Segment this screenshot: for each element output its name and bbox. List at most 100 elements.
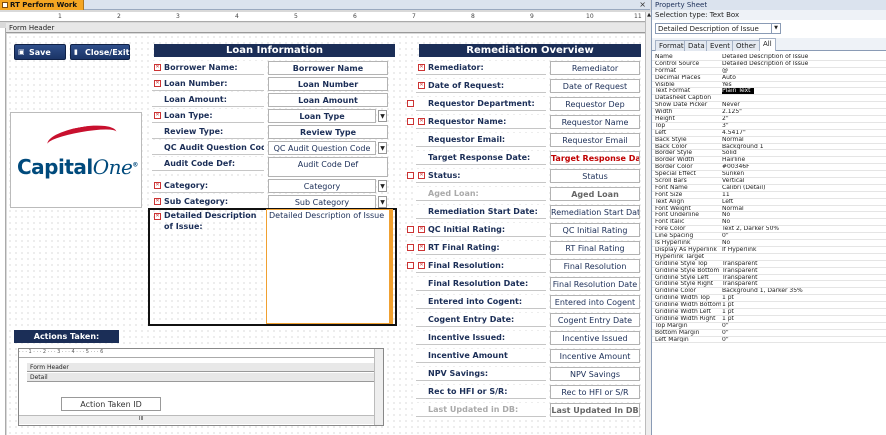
property-value[interactable]: Background 1 xyxy=(722,144,882,150)
checkbox-marker[interactable] xyxy=(407,244,414,251)
remediation-field[interactable]: Requestor Email xyxy=(550,133,640,147)
loan-field[interactable]: Loan Number xyxy=(268,77,388,91)
remediation-field[interactable]: RT Final Rating xyxy=(550,241,640,255)
checkbox-marker[interactable] xyxy=(407,100,414,107)
property-value[interactable]: Transparent xyxy=(722,275,882,281)
remediation-field[interactable]: Remediator xyxy=(550,61,640,75)
property-row[interactable]: Font Italic No xyxy=(652,219,886,227)
property-value[interactable]: Calibri (Detail) xyxy=(722,185,882,191)
property-value[interactable]: 4.5417" xyxy=(722,130,882,136)
property-row[interactable]: Left Margin 0" xyxy=(652,337,886,344)
remediation-field[interactable]: Final Resolution xyxy=(550,259,640,273)
remediation-field[interactable]: Cogent Entry Date xyxy=(550,313,640,327)
loan-field[interactable]: Loan Type xyxy=(268,109,376,123)
property-row[interactable]: Back Color Background 1 xyxy=(652,144,886,151)
property-value[interactable]: Plain Text xyxy=(722,88,754,95)
tab-event[interactable]: Event xyxy=(706,40,735,51)
property-row[interactable]: Name Detailed Description of Issue xyxy=(652,54,886,61)
document-tab[interactable]: RT Perform Work xyxy=(0,0,85,10)
property-row[interactable]: Font Underline No xyxy=(652,212,886,220)
property-value[interactable]: Normal xyxy=(722,206,882,212)
subform-detail-bar[interactable]: Detail xyxy=(27,373,375,382)
description-text-box[interactable]: Detailed Description of Issue xyxy=(266,209,390,324)
property-row[interactable]: Height 2" xyxy=(652,116,886,123)
property-value[interactable]: If Hyperlink xyxy=(722,247,882,253)
description-scrollbar[interactable] xyxy=(390,209,393,324)
property-value[interactable]: 0" xyxy=(722,233,882,239)
remediation-field[interactable]: Target Response Date xyxy=(550,151,640,165)
property-value[interactable]: Transparent xyxy=(722,261,882,267)
property-row[interactable]: Is Hyperlink No xyxy=(652,240,886,247)
checkbox-marker[interactable] xyxy=(407,262,414,269)
property-row[interactable]: Format @ xyxy=(652,68,886,75)
chevron-down-icon[interactable]: ▼ xyxy=(378,196,387,208)
remediation-field[interactable]: Entered into Cogent xyxy=(550,295,640,309)
property-value[interactable]: No xyxy=(722,219,882,225)
property-row[interactable]: Gridline Width Top 1 pt xyxy=(652,295,886,303)
property-row[interactable]: Border Color #00346F xyxy=(652,164,886,172)
remediation-field[interactable]: Date of Request xyxy=(550,79,640,93)
loan-field[interactable]: Loan Amount xyxy=(268,93,388,107)
property-row[interactable]: Bottom Margin 0" xyxy=(652,330,886,337)
save-button[interactable]: ▣ Save xyxy=(14,44,66,60)
remediation-field[interactable]: Aged Loan xyxy=(550,187,640,201)
loan-field[interactable]: Review Type xyxy=(268,125,388,139)
loan-field[interactable]: QC Audit Question Code xyxy=(268,141,376,155)
subform-horizontal-scrollbar[interactable]: III xyxy=(19,415,375,424)
remediation-field[interactable]: Last Updated In DB xyxy=(550,403,640,417)
property-value[interactable]: Yes xyxy=(722,82,882,88)
vertical-ruler[interactable] xyxy=(0,28,6,435)
property-value[interactable]: 1 pt xyxy=(722,316,882,322)
tab-all[interactable]: All xyxy=(759,38,776,51)
property-row[interactable]: Gridline Width Left 1 pt xyxy=(652,309,886,316)
property-row[interactable]: Width 2.125" xyxy=(652,109,886,117)
actions-taken-subform[interactable]: · · · 1 · · · 2 · · · 3 · · · 4 · · · 5 … xyxy=(18,348,384,426)
close-document-icon[interactable]: × xyxy=(639,0,646,10)
form-header-section-bar[interactable]: Form Header xyxy=(6,23,645,33)
property-value[interactable]: 1 pt xyxy=(722,309,882,315)
close-exit-button[interactable]: ▮ Close/Exit xyxy=(70,44,130,60)
property-row[interactable]: Fore Color Text 2, Darker 50% xyxy=(652,226,886,234)
property-row[interactable]: Gridline Width Bottom 1 pt xyxy=(652,302,886,309)
property-value[interactable]: Transparent xyxy=(722,268,882,274)
property-value[interactable]: Vertical xyxy=(722,178,882,184)
property-row[interactable]: Border Style Solid xyxy=(652,150,886,158)
remediation-field[interactable]: Incentive Amount xyxy=(550,349,640,363)
property-row[interactable]: Gridline Color Background 1, Darker 35% xyxy=(652,288,886,296)
remediation-field[interactable]: Rec to HFI or S/R xyxy=(550,385,640,399)
property-value[interactable]: 2.125" xyxy=(722,109,882,115)
property-value[interactable]: Auto xyxy=(722,75,882,81)
property-value[interactable]: 3" xyxy=(722,123,882,129)
property-value[interactable]: 0" xyxy=(722,330,882,336)
property-value[interactable]: 0" xyxy=(722,337,882,343)
property-value[interactable]: Sunken xyxy=(722,171,882,177)
property-value[interactable]: #00346F xyxy=(722,164,882,170)
property-value[interactable]: Hairline xyxy=(722,157,882,163)
remediation-field[interactable]: Remediation Start Date xyxy=(550,205,640,219)
tab-format[interactable]: Format xyxy=(655,40,688,51)
property-row[interactable]: Hyperlink Target xyxy=(652,254,886,261)
chevron-down-icon[interactable]: ▼ xyxy=(771,24,780,33)
property-row[interactable]: Font Size 11 xyxy=(652,192,886,199)
property-value[interactable]: No xyxy=(722,212,882,218)
property-row[interactable]: Gridline Style Left Transparent xyxy=(652,275,886,282)
property-row[interactable]: Scroll Bars Vertical xyxy=(652,178,886,185)
chevron-down-icon[interactable]: ▼ xyxy=(378,110,387,122)
remediation-field[interactable]: QC Initial Rating xyxy=(550,223,640,237)
property-row[interactable]: Show Date Picker Never xyxy=(652,102,886,110)
property-row[interactable]: Gridline Style Bottom Transparent xyxy=(652,268,886,275)
property-row[interactable]: Back Style Normal xyxy=(652,137,886,144)
property-row[interactable]: Text Format Plain Text xyxy=(652,88,886,96)
property-value[interactable]: @ xyxy=(722,68,882,74)
checkbox-marker[interactable] xyxy=(407,172,414,179)
property-value[interactable]: Never xyxy=(722,102,882,108)
loan-field[interactable]: Sub Category xyxy=(268,195,376,209)
property-value[interactable]: Normal xyxy=(722,137,882,143)
property-row[interactable]: Visible Yes xyxy=(652,82,886,89)
property-value[interactable]: Transparent xyxy=(722,281,882,287)
property-value[interactable]: Detailed Description of Issue xyxy=(722,54,882,60)
checkbox-marker[interactable] xyxy=(407,226,414,233)
property-value[interactable]: Background 1, Darker 35% xyxy=(722,288,882,294)
property-row[interactable]: Top Margin 0" xyxy=(652,323,886,330)
property-row[interactable]: Control Source Detailed Description of Is… xyxy=(652,61,886,68)
